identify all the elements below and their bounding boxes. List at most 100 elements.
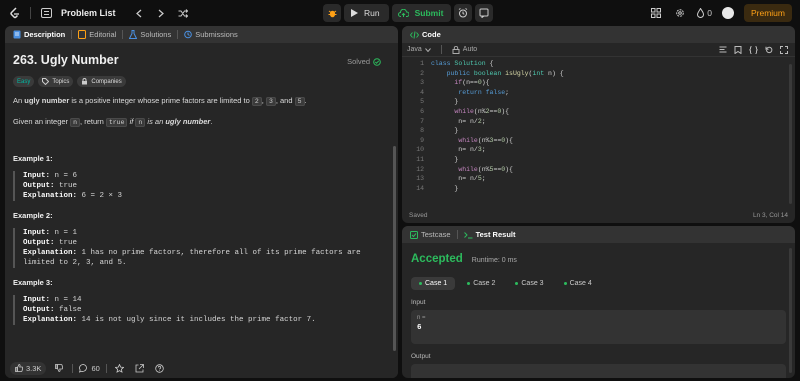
code-panel: Code Java Auto 1 class Solution {2 public… [402,26,795,223]
run-button[interactable]: Run [344,4,389,22]
code-line[interactable]: class Solution { [431,60,493,67]
tab-label: Submissions [195,30,238,39]
example-3: Example 3: Input: n = 14 Output: false E… [13,278,390,325]
code-scrollbar[interactable] [789,64,792,204]
line-number: 10 [416,146,424,154]
companies-tag[interactable]: Companies [77,76,126,87]
divider [177,30,179,39]
streak-counter[interactable]: 0 [697,8,712,18]
code-line[interactable]: while(n%5==0){ [431,166,513,173]
submit-button[interactable]: Submit [391,4,452,22]
thumbs-down-icon[interactable] [52,361,66,375]
case-label: Case 3 [521,280,544,287]
list-icon[interactable] [39,6,53,20]
solved-label: Solved [347,57,370,66]
expand-icon[interactable] [780,45,788,54]
bookmark-icon[interactable] [734,45,742,54]
tab-testcase[interactable]: Testcase [410,230,451,239]
code-line[interactable]: n= n/5; [431,175,485,182]
code-line[interactable]: } [431,127,458,134]
divider [72,363,74,373]
inline-code: 2 [251,97,262,106]
tab-submissions[interactable]: Submissions [184,30,238,39]
example-2: Example 2: Input: n = 1 Output: true Exp… [13,211,390,268]
code-line[interactable]: n= n/3; [431,146,485,153]
case-tab[interactable]: Case 1 [411,277,456,290]
code-line[interactable]: n= n/2; [431,118,485,125]
tab-solutions[interactable]: Solutions [129,30,171,39]
example-output: false [59,306,82,314]
debug-button[interactable] [323,4,341,22]
problem-list-link[interactable]: Problem List [61,8,116,18]
tab-editorial[interactable]: Editorial [78,30,116,39]
help-icon[interactable] [153,361,167,375]
code-line[interactable]: while(n%2==0){ [431,108,509,115]
code-line[interactable]: while(n%3==0){ [431,137,513,144]
description-scrollbar[interactable] [393,146,396,351]
example-title: Example 2: [13,211,53,220]
line-number: 6 [420,108,424,115]
divider [30,7,31,19]
case-tab[interactable]: Case 3 [507,277,551,290]
share-icon[interactable] [133,361,147,375]
example-explanation: 14 is not ugly since it includes the pri… [81,316,316,324]
output-label: Output: [23,306,55,314]
pass-dot [467,282,471,285]
tab-code[interactable]: Code [410,30,441,39]
problem-title[interactable]: 263. Ugly Number [13,53,390,67]
tab-label: Solutions [140,30,172,39]
line-number: 8 [420,127,424,135]
leetcode-logo-icon[interactable] [8,6,22,20]
text: An [13,96,25,105]
alarm-button[interactable] [454,4,473,22]
code-status-bar: Saved Ln 3, Col 14 [402,207,795,223]
braces-icon[interactable] [749,45,758,54]
code-line[interactable]: if(n==0){ [431,79,489,86]
tag-row: Easy Topics Companies [13,76,390,87]
notes-button[interactable] [475,4,494,22]
tab-label: Testcase [421,230,451,239]
chevron-right-icon[interactable] [154,6,168,20]
tab-test-result[interactable]: Test Result [463,230,515,239]
divider [71,30,73,39]
shuffle-icon[interactable] [176,6,190,20]
companies-label: Companies [91,78,122,85]
auto-label: Auto [462,46,478,53]
tab-description[interactable]: Description [13,30,65,39]
divider [440,45,442,54]
top-bar: Problem List Run Submit 0 Premium [0,0,800,26]
layout-grid-icon[interactable] [649,6,663,20]
code-line[interactable]: public boolean isUgly(int n) { [431,70,564,77]
code-line[interactable]: } [431,185,458,192]
avatar[interactable] [721,7,734,19]
settings-gear-icon[interactable] [673,6,687,20]
cursor-position: Ln 3, Col 14 [752,211,788,219]
topics-tag[interactable]: Topics [38,76,74,87]
document-icon [13,30,21,39]
code-line[interactable]: } [431,156,458,163]
description-tabs: Description Editorial Solutions Submissi… [5,26,398,43]
thumbs-up-icon [15,364,23,372]
format-lines-icon[interactable] [719,46,727,54]
case-label: Case 4 [569,280,592,287]
test-result-panel: Testcase Test Result Accepted Runtime: 0… [402,226,795,378]
code-line[interactable]: } [431,98,458,105]
premium-button[interactable]: Premium [743,4,792,22]
star-icon[interactable] [113,361,127,375]
tab-label: Code [422,30,441,39]
example-title: Example 1: [13,154,53,163]
chevron-left-icon[interactable] [132,6,146,20]
code-line[interactable]: return false; [431,89,509,96]
chevron-down-icon [424,47,431,52]
line-number: 12 [416,165,424,173]
auto-toggle[interactable]: Auto [452,45,478,54]
like-button[interactable]: 3.3K [10,361,47,375]
language-select[interactable]: Java [407,46,431,53]
code-editor[interactable]: 1 class Solution {2 public boolean isUgly… [402,57,795,207]
case-tab[interactable]: Case 4 [556,277,600,290]
case-tab[interactable]: Case 2 [459,277,503,290]
result-scrollbar[interactable] [789,248,792,373]
reset-icon[interactable] [765,46,773,54]
comments-button[interactable]: 60 [79,364,100,373]
inline-code: n [135,118,146,127]
